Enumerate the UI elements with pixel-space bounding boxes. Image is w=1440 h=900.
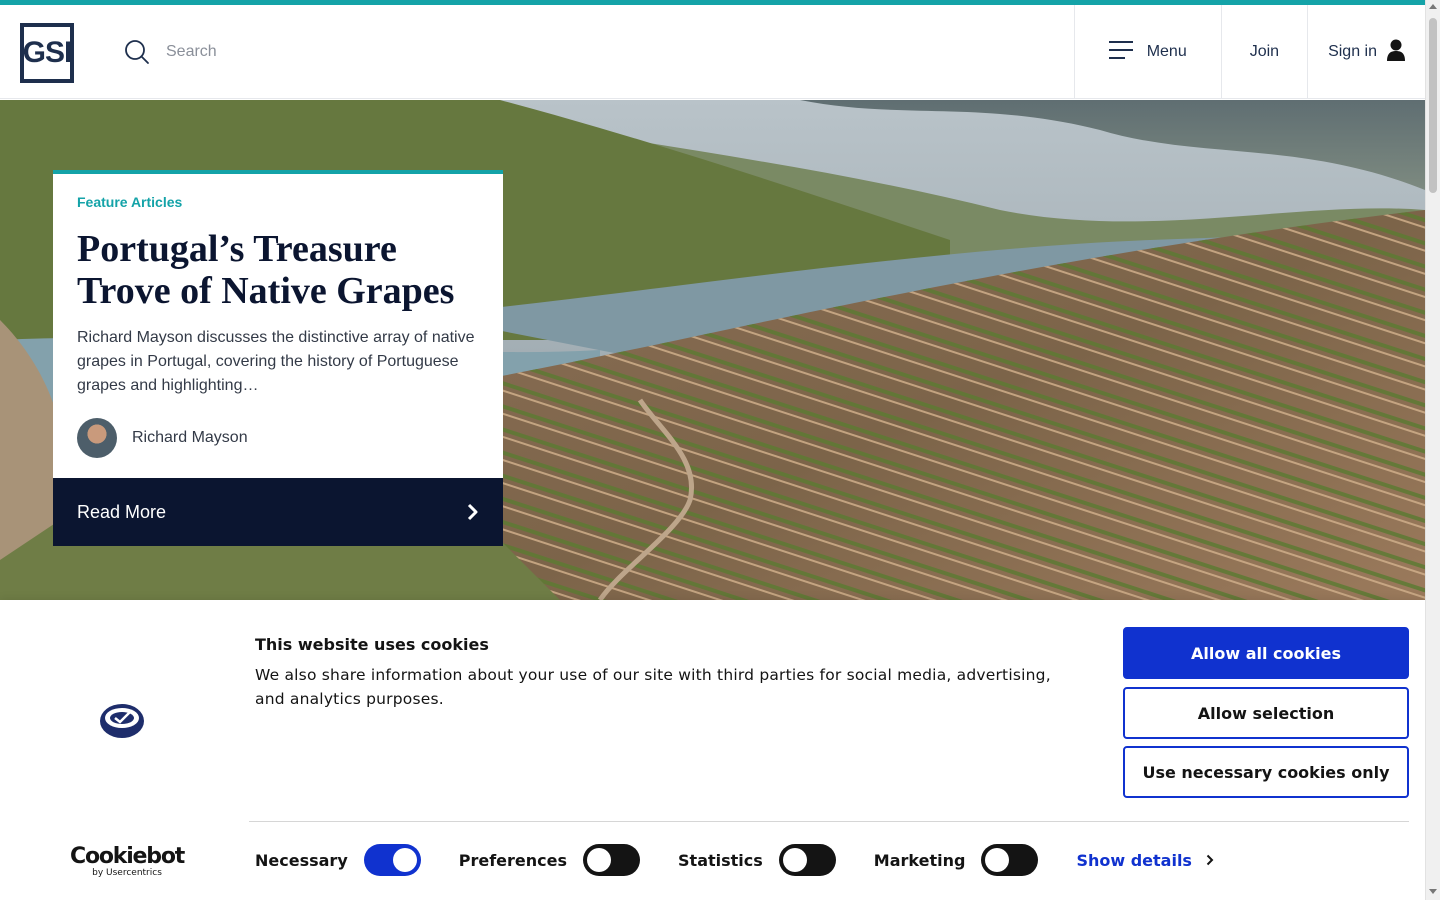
scroll-thumb[interactable] — [1429, 18, 1437, 193]
search-icon[interactable] — [124, 39, 150, 65]
cookiebot-logo-icon — [99, 703, 145, 743]
toggle-preferences-switch[interactable] — [583, 844, 641, 876]
hero-section: Feature Articles Portugal’s Treasure Tro… — [0, 100, 1425, 600]
join-label: Join — [1249, 43, 1280, 60]
read-more-button[interactable]: Read More — [53, 478, 503, 546]
card-category[interactable]: Feature Articles — [77, 194, 479, 210]
toggle-preferences-label: Preferences — [458, 850, 568, 870]
author-name: Richard Mayson — [132, 429, 248, 446]
author-avatar — [77, 418, 117, 458]
cookie-title: This website uses cookies — [255, 635, 489, 654]
header-nav: Menu Join Sign in — [1073, 5, 1425, 99]
card-description: Richard Mayson discusses the distinctive… — [77, 329, 475, 394]
search-input[interactable] — [166, 43, 466, 61]
user-icon — [1387, 39, 1405, 66]
join-link[interactable]: Join — [1220, 5, 1307, 99]
toggle-necessary-label: Necessary — [255, 850, 348, 870]
toggle-statistics-switch[interactable] — [778, 844, 836, 876]
allow-selection-button[interactable]: Allow selection — [1123, 687, 1409, 739]
toggle-marketing: Marketing — [874, 844, 1039, 876]
cookiebot-brand-sub: by Usercentrics — [92, 868, 162, 878]
sign-in-link[interactable]: Sign in — [1307, 5, 1425, 99]
scroll-up-arrow-icon[interactable] — [1429, 4, 1437, 9]
cookie-divider — [249, 821, 1409, 822]
toggle-statistics-label: Statistics — [678, 850, 763, 870]
toggle-necessary: Necessary — [255, 844, 421, 876]
menu-button[interactable]: Menu — [1073, 5, 1221, 99]
card-author: Richard Mayson — [77, 418, 479, 458]
site-logo[interactable]: GSI — [20, 23, 74, 83]
menu-label: Menu — [1146, 43, 1187, 60]
allow-all-cookies-button[interactable]: Allow all cookies — [1123, 627, 1409, 679]
cookie-banner: Cookiebot by Usercentrics This website u… — [0, 600, 1425, 900]
toggle-necessary-switch[interactable] — [363, 844, 421, 876]
toggle-marketing-switch[interactable] — [981, 844, 1039, 876]
show-details-label: Show details — [1076, 850, 1192, 870]
necessary-only-button[interactable]: Use necessary cookies only — [1123, 746, 1409, 798]
toggle-marketing-label: Marketing — [873, 850, 966, 870]
cookie-text: We also share information about your use… — [255, 666, 1051, 708]
scroll-down-arrow-icon[interactable] — [1429, 889, 1437, 894]
hamburger-icon — [1108, 40, 1133, 65]
search-bar — [124, 39, 466, 65]
card-title[interactable]: Portugal’s Treasure Trove of Native Grap… — [77, 228, 479, 312]
toggle-preferences: Preferences — [458, 844, 641, 876]
cookiebot-brand-name: Cookiebot — [70, 844, 185, 869]
site-header: GSI Menu Join Sign in — [0, 5, 1425, 99]
toggle-statistics: Statistics — [678, 844, 836, 876]
read-more-label: Read More — [77, 501, 167, 522]
page-scrollbar[interactable] — [1425, 0, 1440, 900]
show-details-link[interactable]: Show details — [1076, 851, 1214, 870]
chevron-right-icon — [467, 503, 479, 521]
cookiebot-brand: Cookiebot by Usercentrics — [70, 844, 185, 879]
sign-in-label: Sign in — [1328, 43, 1377, 60]
feature-card: Feature Articles Portugal’s Treasure Tro… — [53, 170, 503, 546]
cookie-toggles: Necessary Preferences Statistics Marketi… — [255, 844, 1214, 876]
chevron-right-icon — [1206, 851, 1214, 870]
